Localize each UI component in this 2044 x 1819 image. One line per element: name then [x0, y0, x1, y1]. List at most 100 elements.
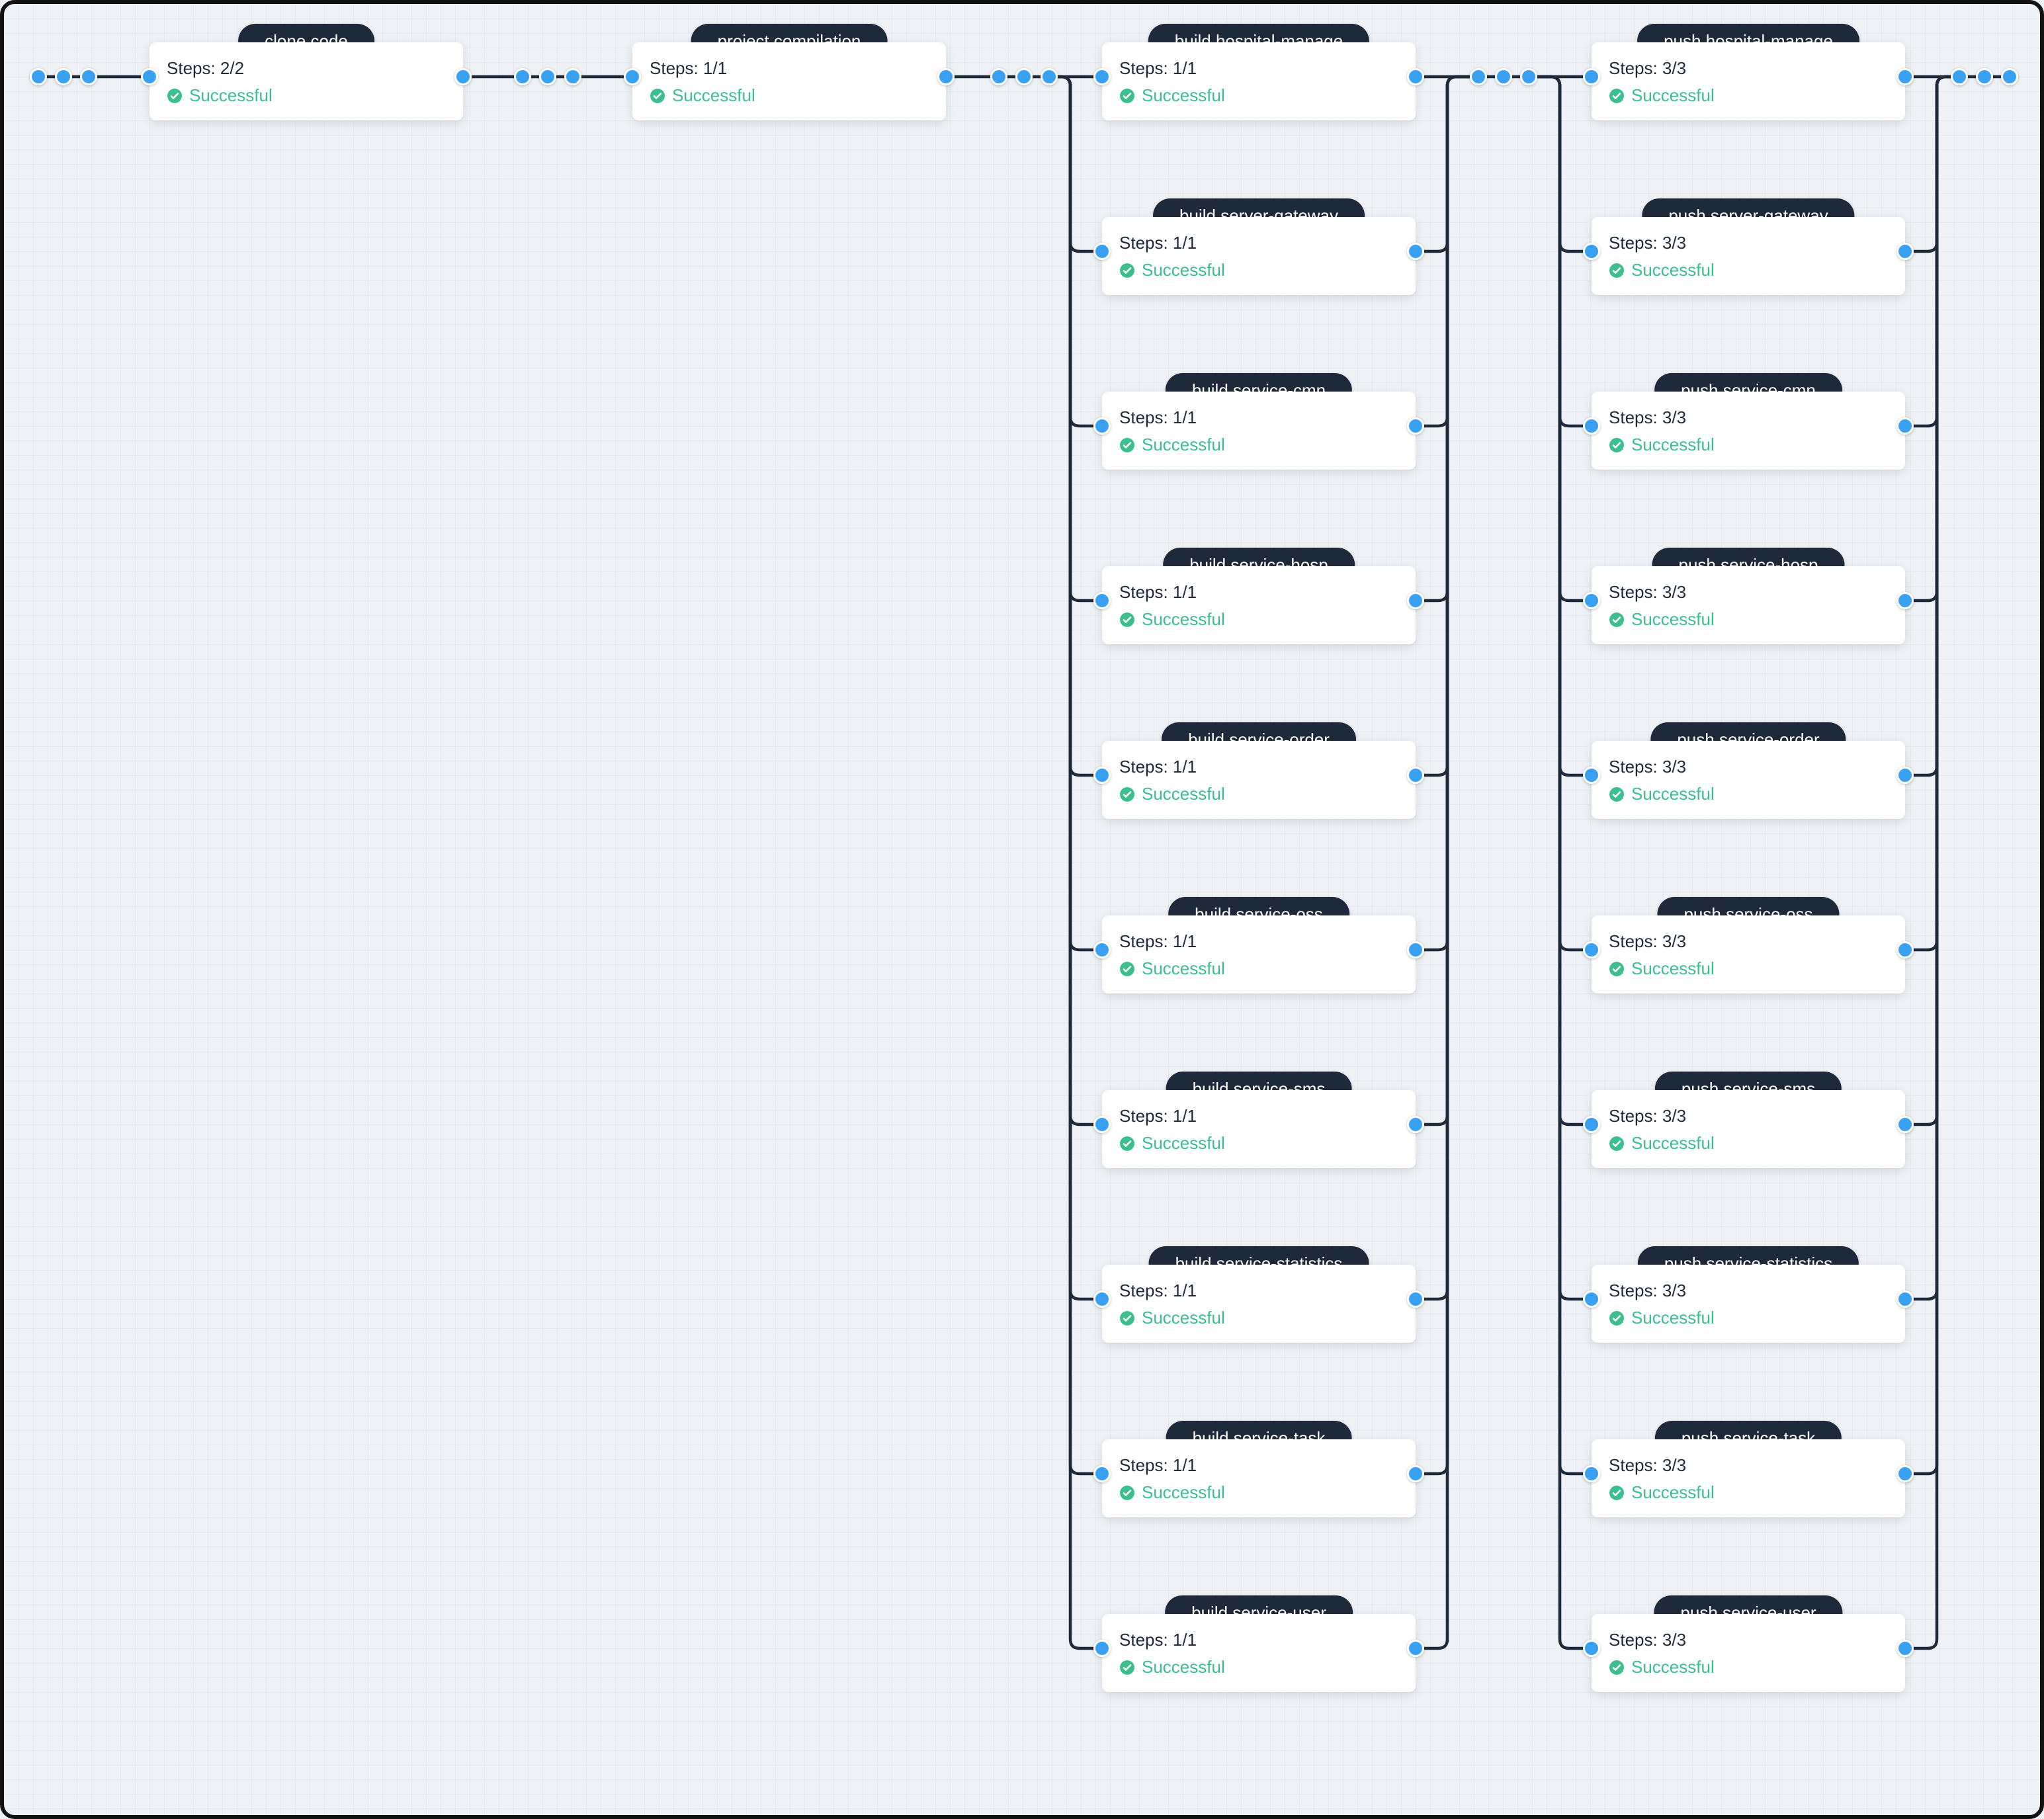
stage-status-text: Successful — [1631, 958, 1715, 979]
pipeline-port — [1976, 68, 1993, 85]
stage-status-text: Successful — [1631, 1133, 1715, 1154]
success-check-icon — [1609, 1485, 1625, 1501]
stage-status: Successful — [1119, 958, 1398, 979]
stage-status: Successful — [1119, 1308, 1398, 1328]
pipeline-port — [1951, 68, 1968, 85]
pipeline-port — [1407, 1116, 1424, 1133]
pipeline-port — [1093, 417, 1111, 435]
stage-card[interactable]: Steps: 3/3 Successful — [1592, 1265, 1905, 1343]
stage-card[interactable]: Steps: 1/1 Successful — [1102, 392, 1416, 470]
pipeline-port — [1896, 941, 1914, 958]
stage-steps: Steps: 1/1 — [1119, 1630, 1398, 1650]
success-check-icon — [1119, 88, 1135, 104]
stage-card[interactable]: Steps: 1/1 Successful — [1102, 741, 1416, 819]
stage-status: Successful — [1609, 958, 1888, 979]
pipeline-port — [514, 68, 531, 85]
success-check-icon — [1609, 612, 1625, 628]
stage-steps: Steps: 1/1 — [1119, 1281, 1398, 1301]
pipeline-port — [1583, 1116, 1600, 1133]
stage-card[interactable]: Steps: 1/1 Successful — [1102, 217, 1416, 295]
stage-card[interactable]: Steps: 3/3 Successful — [1592, 1614, 1905, 1692]
success-check-icon — [1119, 1485, 1135, 1501]
stage-status: Successful — [1119, 435, 1398, 455]
stage-card[interactable]: Steps: 3/3 Successful — [1592, 915, 1905, 994]
pipeline-port — [1896, 1290, 1914, 1308]
stage-steps: Steps: 1/1 — [1119, 1455, 1398, 1476]
stage-status-text: Successful — [1142, 609, 1225, 630]
stage-card[interactable]: Steps: 2/2 Successful — [149, 42, 463, 120]
stage-status: Successful — [1609, 1482, 1888, 1503]
success-check-icon — [1609, 88, 1625, 104]
pipeline-port — [1093, 1465, 1111, 1482]
stage-card[interactable]: Steps: 3/3 Successful — [1592, 42, 1905, 120]
stage-steps: Steps: 3/3 — [1609, 407, 1888, 428]
pipeline-port — [1093, 1640, 1111, 1657]
pipeline-port — [1407, 417, 1424, 435]
pipeline-port — [1583, 1465, 1600, 1482]
pipeline-port — [1015, 68, 1033, 85]
stage-card[interactable]: Steps: 1/1 Successful — [632, 42, 946, 120]
stage-card[interactable]: Steps: 1/1 Successful — [1102, 1439, 1416, 1517]
stage-status-text: Successful — [189, 85, 273, 106]
stage-card[interactable]: Steps: 1/1 Successful — [1102, 1265, 1416, 1343]
pipeline-port — [1583, 1640, 1600, 1657]
stage-status-text: Successful — [1142, 435, 1225, 455]
stage-card[interactable]: Steps: 3/3 Successful — [1592, 566, 1905, 644]
pipeline-port — [141, 68, 158, 85]
stage-card[interactable]: Steps: 3/3 Successful — [1592, 741, 1905, 819]
stage-steps: Steps: 1/1 — [1119, 931, 1398, 952]
stage-status-text: Successful — [1631, 1308, 1715, 1328]
stage-steps: Steps: 3/3 — [1609, 1106, 1888, 1126]
stage-steps: Steps: 2/2 — [167, 58, 446, 79]
success-check-icon — [1609, 786, 1625, 802]
success-check-icon — [167, 88, 183, 104]
pipeline-port — [1583, 68, 1600, 85]
stage-status-text: Successful — [1631, 260, 1715, 280]
stage-steps: Steps: 3/3 — [1609, 757, 1888, 777]
pipeline-port — [539, 68, 556, 85]
stage-status-text: Successful — [1631, 1657, 1715, 1677]
pipeline-port — [624, 68, 641, 85]
pipeline-port — [1093, 243, 1111, 260]
stage-steps: Steps: 3/3 — [1609, 58, 1888, 79]
success-check-icon — [1119, 1136, 1135, 1152]
pipeline-canvas: clone codeSteps: 2/2 Successfulproject c… — [0, 0, 2044, 1819]
stage-steps: Steps: 3/3 — [1609, 233, 1888, 253]
stage-steps: Steps: 1/1 — [1119, 407, 1398, 428]
pipeline-port — [1896, 592, 1914, 609]
stage-card[interactable]: Steps: 3/3 Successful — [1592, 1439, 1905, 1517]
success-check-icon — [1609, 961, 1625, 977]
stage-status-text: Successful — [1631, 784, 1715, 804]
stage-card[interactable]: Steps: 1/1 Successful — [1102, 1614, 1416, 1692]
pipeline-port — [1093, 1116, 1111, 1133]
pipeline-port — [1093, 767, 1111, 784]
stage-status-text: Successful — [1631, 1482, 1715, 1503]
success-check-icon — [650, 88, 665, 104]
pipeline-port — [990, 68, 1007, 85]
stage-status-text: Successful — [1142, 1308, 1225, 1328]
stage-steps: Steps: 3/3 — [1609, 1281, 1888, 1301]
stage-card[interactable]: Steps: 1/1 Successful — [1102, 42, 1416, 120]
success-check-icon — [1609, 1660, 1625, 1675]
stage-status: Successful — [1119, 609, 1398, 630]
pipeline-port — [1093, 1290, 1111, 1308]
pipeline-port — [1093, 68, 1111, 85]
stage-card[interactable]: Steps: 3/3 Successful — [1592, 392, 1905, 470]
stage-steps: Steps: 1/1 — [1119, 233, 1398, 253]
pipeline-port — [1407, 592, 1424, 609]
stage-status: Successful — [167, 85, 446, 106]
stage-card[interactable]: Steps: 3/3 Successful — [1592, 1090, 1905, 1168]
stage-card[interactable]: Steps: 1/1 Successful — [1102, 566, 1416, 644]
pipeline-port — [1896, 243, 1914, 260]
stage-steps: Steps: 3/3 — [1609, 931, 1888, 952]
success-check-icon — [1609, 1136, 1625, 1152]
stage-status: Successful — [1119, 1482, 1398, 1503]
stage-card[interactable]: Steps: 1/1 Successful — [1102, 1090, 1416, 1168]
success-check-icon — [1609, 263, 1625, 278]
stage-status: Successful — [1119, 1133, 1398, 1154]
pipeline-port — [1495, 68, 1512, 85]
pipeline-port — [1093, 941, 1111, 958]
stage-card[interactable]: Steps: 1/1 Successful — [1102, 915, 1416, 994]
success-check-icon — [1119, 786, 1135, 802]
stage-card[interactable]: Steps: 3/3 Successful — [1592, 217, 1905, 295]
